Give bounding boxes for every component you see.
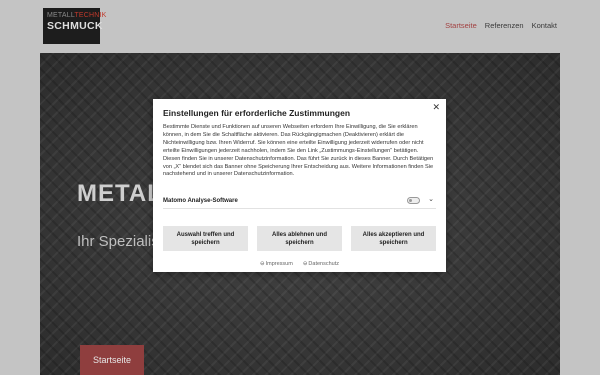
datenschutz-link[interactable]: ⊖Datenschutz: [303, 261, 339, 267]
main-nav: Startseite Referenzen Kontakt: [445, 21, 557, 30]
accept-all-button[interactable]: Alles akzeptieren und speichern: [351, 226, 436, 251]
consent-item-matomo[interactable]: Matomo Analyse-Software ⌄: [163, 193, 436, 209]
link-icon: ⊖: [260, 261, 265, 267]
site-header: METALLTECHNIK SCHMUCK Startseite Referen…: [0, 0, 600, 50]
nav-item-startseite[interactable]: Startseite: [445, 21, 477, 30]
nav-item-kontakt[interactable]: Kontakt: [532, 21, 557, 30]
hero-startseite-button[interactable]: Startseite: [80, 345, 144, 375]
impressum-link[interactable]: ⊖Impressum: [260, 261, 293, 267]
close-icon[interactable]: ✕: [432, 103, 440, 112]
logo-tagline: METALLTECHNIK: [47, 12, 107, 19]
save-selection-button[interactable]: Auswahl treffen und speichern: [163, 226, 248, 251]
hero-subtitle: Ihr Spezialist: [77, 233, 163, 250]
consent-toggle[interactable]: [407, 197, 420, 204]
company-logo[interactable]: METALLTECHNIK SCHMUCK: [43, 8, 107, 44]
dialog-footer-links: ⊖Impressum ⊖Datenschutz: [153, 261, 446, 267]
chevron-down-icon[interactable]: ⌄: [428, 196, 434, 204]
link-icon: ⊖: [302, 261, 308, 267]
toggle-knob: [409, 199, 412, 202]
dialog-description: Bestimmte Dienste und Funktionen auf uns…: [163, 124, 434, 178]
consent-label: Matomo Analyse-Software: [163, 197, 238, 204]
consent-dialog: Einstellungen für erforderliche Zustimmu…: [153, 99, 446, 272]
dialog-title: Einstellungen für erforderliche Zustimmu…: [163, 108, 351, 118]
reject-all-button[interactable]: Alles ablehnen und speichern: [257, 226, 342, 251]
nav-item-referenzen[interactable]: Referenzen: [485, 21, 524, 30]
logo-wordmark: SCHMUCK: [47, 20, 103, 32]
dialog-actions: Auswahl treffen und speichern Alles able…: [163, 226, 436, 251]
